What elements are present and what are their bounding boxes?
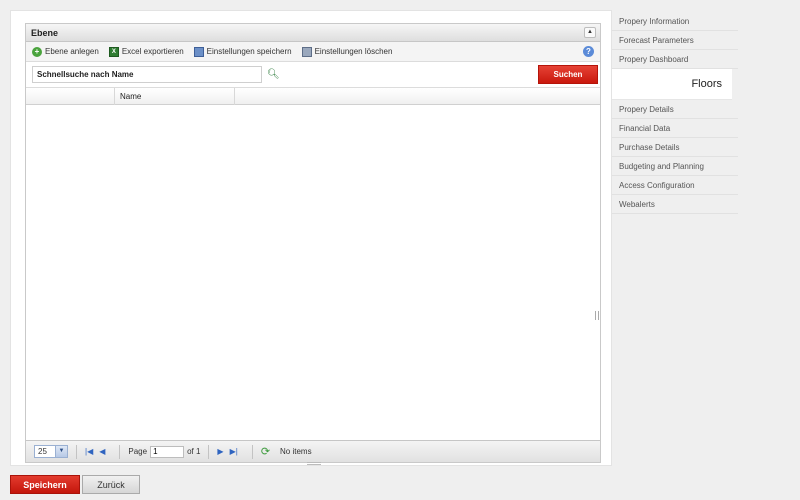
bottom-resize-grip[interactable] — [307, 462, 321, 465]
grid-title: Ebene — [31, 28, 59, 38]
search-icon[interactable]: 🔍︎ — [267, 69, 280, 80]
column-separator[interactable] — [234, 88, 235, 105]
column-separator[interactable] — [114, 88, 115, 105]
help-icon[interactable]: ? — [583, 46, 594, 57]
quick-search-input[interactable] — [32, 66, 262, 83]
excel-export-button[interactable]: X Excel exportieren — [108, 46, 184, 57]
ebene-grid: Ebene ▲ + Ebene anlegen X Excel exportie… — [25, 23, 601, 465]
next-page-icon[interactable]: ▶ — [217, 447, 223, 456]
sidebar-item-property-information[interactable]: Propery Information — [612, 12, 738, 31]
column-header-row: Name — [26, 88, 600, 105]
pager-divider — [251, 444, 253, 459]
sidebar-item-webalerts[interactable]: Webalerts — [612, 195, 738, 214]
sidebar-item-property-details[interactable]: Propery Details — [612, 100, 738, 119]
delete-settings-label: Einstellungen löschen — [314, 47, 393, 56]
grid-body — [26, 106, 600, 438]
pager: 25 ▼ |◀ ◀ Page of 1 ▶ ▶| ⟳ No items — [26, 440, 600, 462]
sidebar-item-floors[interactable]: Floors — [612, 69, 732, 100]
page-size-value: 25 — [38, 447, 47, 456]
search-button[interactable]: Suchen — [538, 65, 598, 84]
save-settings-button[interactable]: Einstellungen speichern — [193, 46, 292, 57]
page-size-select[interactable]: 25 ▼ — [34, 445, 68, 458]
refresh-icon[interactable]: ⟳ — [261, 445, 270, 458]
sidebar-item-financial-data[interactable]: Financial Data — [612, 119, 738, 138]
pager-divider — [76, 444, 77, 459]
page-number-input[interactable] — [150, 445, 185, 458]
sidebar-nav: Propery Information Forecast Parameters … — [612, 12, 738, 214]
add-ebene-label: Ebene anlegen — [45, 47, 99, 56]
delete-settings-button[interactable]: Einstellungen löschen — [301, 46, 393, 57]
grid-toolbar: + Ebene anlegen X Excel exportieren Eins… — [26, 42, 600, 62]
add-ebene-button[interactable]: + Ebene anlegen — [32, 46, 99, 57]
delete-settings-icon — [301, 46, 312, 57]
sidebar-item-forecast-parameters[interactable]: Forecast Parameters — [612, 31, 738, 50]
sidebar-item-budgeting-planning[interactable]: Budgeting and Planning — [612, 157, 738, 176]
search-bar: 🔍︎ Suchen — [26, 62, 600, 88]
previous-page-icon[interactable]: ◀ — [99, 447, 105, 456]
excel-icon: X — [108, 46, 119, 57]
collapse-button[interactable]: ▲ — [584, 27, 596, 38]
save-settings-icon — [193, 46, 204, 57]
page-of-label: of 1 — [187, 447, 201, 456]
pager-divider — [119, 444, 121, 459]
sidebar-item-access-configuration[interactable]: Access Configuration — [612, 176, 738, 195]
first-page-icon[interactable]: |◀ — [85, 447, 93, 456]
last-page-icon[interactable]: ▶| — [230, 447, 238, 456]
save-settings-label: Einstellungen speichern — [206, 47, 292, 56]
save-button[interactable]: Speichern — [10, 475, 80, 494]
column-header-name[interactable]: Name — [120, 92, 141, 101]
add-icon: + — [32, 46, 42, 57]
grid-header: Ebene ▲ — [26, 24, 600, 42]
sidebar-item-property-dashboard[interactable]: Propery Dashboard — [612, 50, 738, 69]
pager-status: No items — [280, 447, 312, 456]
page-label: Page — [128, 447, 148, 456]
chevron-down-icon[interactable]: ▼ — [55, 446, 67, 457]
back-button[interactable]: Zurück — [82, 475, 140, 494]
sidebar-item-purchase-details[interactable]: Purchase Details — [612, 138, 738, 157]
main-panel: Ebene ▲ + Ebene anlegen X Excel exportie… — [10, 10, 612, 466]
resize-handle[interactable] — [595, 311, 599, 320]
pager-divider — [208, 444, 210, 459]
excel-export-label: Excel exportieren — [121, 47, 184, 56]
